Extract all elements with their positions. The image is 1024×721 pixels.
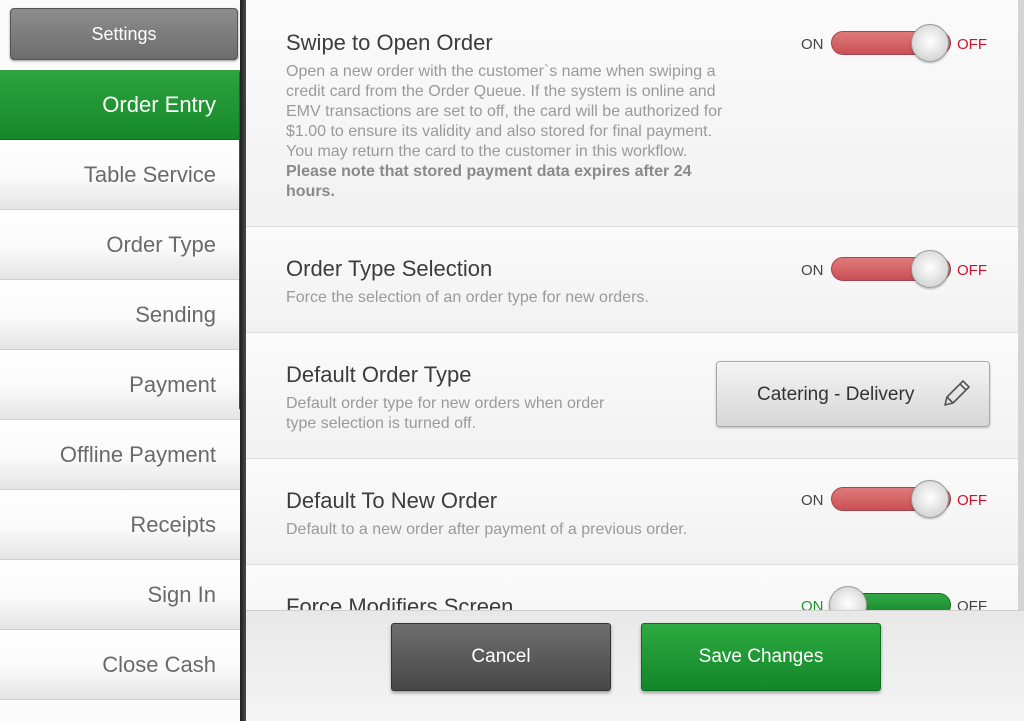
sidebar-item-label: Payment <box>129 371 216 397</box>
toggle-knob[interactable] <box>911 480 949 518</box>
sidebar-item-order-entry[interactable]: Order Entry <box>0 70 240 140</box>
default-order-type-select[interactable]: Catering - Delivery <box>716 361 990 427</box>
action-footer: Cancel Save Changes <box>246 610 1024 721</box>
content-scrollbar[interactable] <box>1018 0 1024 610</box>
setting-description: Default order type for new orders when o… <box>286 395 605 432</box>
toggle-off-label: OFF <box>957 36 987 53</box>
sidebar-item-table-service[interactable]: Table Service <box>0 140 240 210</box>
toggle-off-label: OFF <box>957 492 987 509</box>
setting-title: Default To New Order <box>286 488 498 513</box>
swipe-to-open-toggle[interactable]: ON OFF <box>801 24 991 64</box>
force-modifiers-toggle[interactable]: ON OFF <box>801 586 991 610</box>
setting-title: Force Modifiers Screen <box>286 594 514 610</box>
sidebar-item-sending[interactable]: Sending <box>0 280 240 350</box>
save-changes-button[interactable]: Save Changes <box>641 623 881 691</box>
pencil-icon <box>944 380 970 406</box>
cancel-button[interactable]: Cancel <box>391 623 611 691</box>
setting-row-force-modifiers-screen: Force Modifiers Screen ON OFF <box>246 565 1018 610</box>
setting-row-default-order-type: Default Order Type Default order type fo… <box>246 333 1018 459</box>
toggle-knob[interactable] <box>911 24 949 62</box>
toggle-knob[interactable] <box>829 586 867 610</box>
setting-description: Default to a new order after payment of … <box>286 521 688 538</box>
toggle-on-label: ON <box>801 492 824 509</box>
setting-title: Default Order Type <box>286 362 472 387</box>
setting-description: Open a new order with the customer`s nam… <box>286 63 723 200</box>
toggle-off-label: OFF <box>957 598 987 610</box>
sidebar-item-close-cash[interactable]: Close Cash <box>0 630 240 700</box>
sidebar-item-label: Order Entry <box>102 91 216 117</box>
toggle-on-label: ON <box>801 36 824 53</box>
sidebar-item-sign-in[interactable]: Sign In <box>0 560 240 630</box>
setting-title: Order Type Selection <box>286 256 493 281</box>
sidebar-item-order-type[interactable]: Order Type <box>0 210 240 280</box>
toggle-on-label: ON <box>801 598 824 610</box>
setting-row-order-type-selection: Order Type Selection Force the selection… <box>246 227 1018 333</box>
setting-title: Swipe to Open Order <box>286 30 493 55</box>
sidebar-item-offline-payment[interactable]: Offline Payment <box>0 420 240 490</box>
sidebar-item-payment[interactable]: Payment <box>0 350 240 420</box>
settings-sidebar: Settings Order Entry Table Service Order… <box>0 0 240 721</box>
sidebar-item-label: Offline Payment <box>59 441 216 467</box>
setting-description: Force the selection of an order type for… <box>286 289 649 306</box>
default-to-new-order-toggle[interactable]: ON OFF <box>801 480 991 520</box>
sidebar-item-label: Close Cash <box>102 651 216 677</box>
sidebar-item-label: Sending <box>135 301 216 327</box>
setting-row-default-to-new-order: Default To New Order Default to a new or… <box>246 459 1018 565</box>
toggle-on-label: ON <box>801 262 824 279</box>
settings-content: Swipe to Open Order Open a new order wit… <box>246 0 1024 610</box>
sidebar-item-receipts[interactable]: Receipts <box>0 490 240 560</box>
sidebar-item-label: Order Type <box>106 231 216 257</box>
selected-order-type: Catering - Delivery <box>757 384 915 405</box>
sidebar-item-label: Table Service <box>83 161 216 187</box>
order-type-selection-toggle[interactable]: ON OFF <box>801 250 991 290</box>
sidebar-item-label: Sign In <box>147 581 217 607</box>
settings-header-button[interactable]: Settings <box>10 8 238 60</box>
setting-row-swipe-to-open-order: Swipe to Open Order Open a new order wit… <box>246 0 1018 227</box>
toggle-off-label: OFF <box>957 262 987 279</box>
sidebar-item-label: Receipts <box>130 511 216 537</box>
toggle-knob[interactable] <box>911 250 949 288</box>
